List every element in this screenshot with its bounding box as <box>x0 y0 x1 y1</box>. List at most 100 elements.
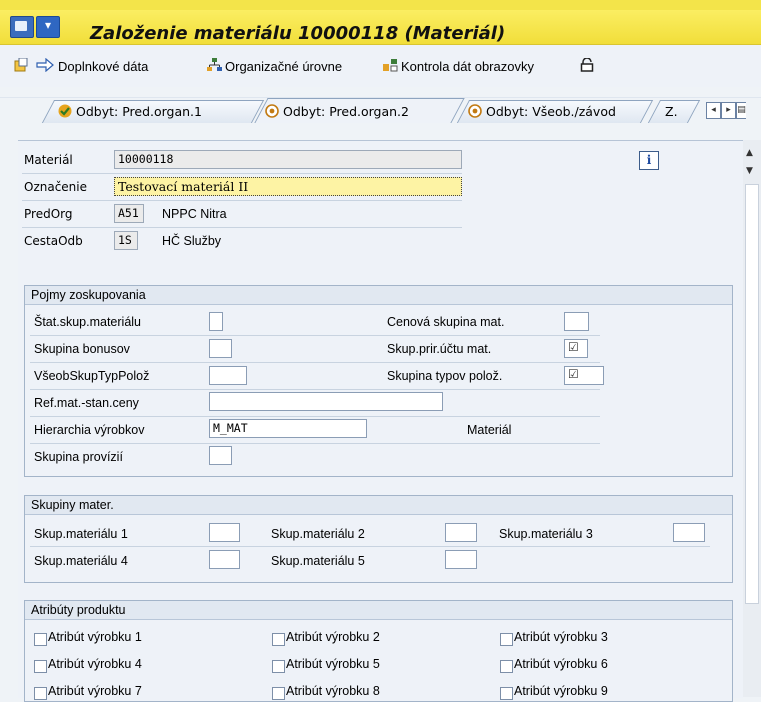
tab-strip: Odbyt: Pred.organ.1 Odbyt: Pred.organ.2 … <box>18 98 761 124</box>
status-icon <box>265 104 279 118</box>
item-cat-group-label: Skupina typov polož. <box>387 369 503 383</box>
dist-channel-text: HČ Služby <box>162 234 222 248</box>
price-ref-label: Ref.mat.-stan.ceny <box>34 396 139 410</box>
attribute-3-label: Atribút výrobku 3 <box>514 630 608 644</box>
description-label: Označenie <box>24 180 88 194</box>
mat-group-1-field[interactable] <box>209 523 240 542</box>
tab-sales-org-2[interactable]: Odbyt: Pred.organ.2 <box>283 104 409 119</box>
material-groups-title: Skupiny mater. <box>31 498 114 512</box>
grouping-header: Pojmy zoskupovania <box>25 286 732 305</box>
check-screen-data-button[interactable]: Kontrola dát obrazovky <box>401 59 534 74</box>
tab-sales-general[interactable]: Odbyt: Všeob./závod <box>486 104 616 119</box>
lock-icon[interactable] <box>580 58 594 72</box>
title-bar: ▾ Založenie materiálu 10000118 (Materiál… <box>0 10 761 45</box>
mat-group-4-field[interactable] <box>209 550 240 569</box>
page-title: Založenie materiálu 10000118 (Materiál) <box>90 23 506 44</box>
dist-channel-field[interactable]: 1S <box>114 231 138 250</box>
row-divider <box>22 200 462 201</box>
attribute-7-checkbox[interactable] <box>34 687 47 700</box>
attribute-3-checkbox[interactable] <box>500 633 513 646</box>
mat-group-2-label: Skup.materiálu 2 <box>271 527 365 541</box>
attribute-5-checkbox[interactable] <box>272 660 285 673</box>
tab-scroll-left-icon[interactable]: ◂ <box>706 102 721 119</box>
acct-assign-field[interactable] <box>564 339 588 358</box>
mat-group-5-field[interactable] <box>445 550 477 569</box>
arrow-right-icon <box>36 58 54 72</box>
material-field[interactable]: 10000118 <box>114 150 462 169</box>
row-divider <box>22 227 462 228</box>
sales-org-field[interactable]: A51 <box>114 204 144 223</box>
dist-channel-label: CestaOdb <box>24 234 83 248</box>
row-divider <box>30 389 600 390</box>
check-icon <box>58 104 72 118</box>
mat-group-3-field[interactable] <box>673 523 705 542</box>
system-menu-icon[interactable]: ▾ <box>36 16 60 38</box>
scroll-up-icon[interactable]: ▲ <box>746 148 753 158</box>
grouping-title: Pojmy zoskupovania <box>31 288 146 302</box>
mat-group-1-label: Skup.materiálu 1 <box>34 527 128 541</box>
mat-group-5-label: Skup.materiálu 5 <box>271 554 365 568</box>
attributes-header: Atribúty produktu <box>25 601 732 620</box>
status-icon <box>468 104 482 118</box>
attribute-7-label: Atribút výrobku 7 <box>48 684 142 698</box>
attribute-4-checkbox[interactable] <box>34 660 47 673</box>
row-divider <box>30 416 600 417</box>
gen-item-cat-label: VšeobSkupTypPolož <box>34 369 150 383</box>
stat-group-label: Štat.skup.materiálu <box>34 315 141 329</box>
bonus-group-field[interactable] <box>209 339 232 358</box>
window-top-strip <box>0 0 761 10</box>
row-divider <box>30 362 600 363</box>
attributes-title: Atribúty produktu <box>31 603 126 617</box>
row-divider <box>30 443 600 444</box>
row-divider <box>30 335 600 336</box>
info-icon[interactable] <box>639 151 659 170</box>
scroll-down-icon[interactable]: ▼ <box>746 166 753 176</box>
row-divider <box>30 546 710 547</box>
check-screen-icon <box>383 59 398 72</box>
material-groups-section: Skupiny mater. <box>24 495 733 583</box>
mat-group-3-label: Skup.materiálu 3 <box>499 527 593 541</box>
description-field[interactable]: Testovací materiál II <box>114 177 462 196</box>
commission-label: Skupina provízií <box>34 450 123 464</box>
gen-item-cat-field[interactable] <box>209 366 247 385</box>
attribute-4-label: Atribút výrobku 4 <box>48 657 142 671</box>
attribute-2-checkbox[interactable] <box>272 633 285 646</box>
commission-field[interactable] <box>209 446 232 465</box>
attribute-1-checkbox[interactable] <box>34 633 47 646</box>
attribute-2-label: Atribút výrobku 2 <box>286 630 380 644</box>
attribute-1-label: Atribút výrobku 1 <box>48 630 142 644</box>
attribute-8-label: Atribút výrobku 8 <box>286 684 380 698</box>
scrollbar-thumb[interactable] <box>745 184 759 604</box>
mat-group-4-label: Skup.materiálu 4 <box>34 554 128 568</box>
price-ref-field[interactable] <box>209 392 443 411</box>
price-group-label: Cenová skupina mat. <box>387 315 505 329</box>
tab-list-icon[interactable]: ▤ <box>736 102 746 119</box>
hierarchy-field[interactable]: M_MAT <box>209 419 367 438</box>
price-group-field[interactable] <box>564 312 589 331</box>
additional-data-button[interactable]: Doplnkové dáta <box>58 59 148 74</box>
window-icon[interactable] <box>10 16 34 38</box>
acct-assign-label: Skup.prir.účtu mat. <box>387 342 492 356</box>
org-levels-button[interactable]: Organizačné úrovne <box>225 59 342 74</box>
hierarchy-label: Hierarchia výrobkov <box>34 423 145 437</box>
attribute-9-checkbox[interactable] <box>500 687 513 700</box>
application-toolbar: Doplnkové dáta Organizačné úrovne Kontro… <box>0 45 761 87</box>
attribute-9-label: Atribút výrobku 9 <box>514 684 608 698</box>
tab-more[interactable]: Z. <box>665 104 678 119</box>
row-divider <box>22 173 462 174</box>
attribute-5-label: Atribút výrobku 5 <box>286 657 380 671</box>
tab-scroll-right-icon[interactable]: ▸ <box>721 102 736 119</box>
org-levels-icon <box>207 58 222 71</box>
sales-org-label: PredOrg <box>24 207 73 221</box>
item-cat-group-field[interactable] <box>564 366 604 385</box>
stat-group-field[interactable] <box>209 312 223 331</box>
mat-group-2-field[interactable] <box>445 523 477 542</box>
attribute-6-checkbox[interactable] <box>500 660 513 673</box>
bonus-group-label: Skupina bonusov <box>34 342 130 356</box>
tab-sales-org-1[interactable]: Odbyt: Pred.organ.1 <box>76 104 202 119</box>
attribute-8-checkbox[interactable] <box>272 687 285 700</box>
hierarchy-text: Materiál <box>467 423 512 437</box>
create-icon[interactable] <box>14 58 29 72</box>
material-groups-header: Skupiny mater. <box>25 496 732 515</box>
material-label: Materiál <box>24 153 73 167</box>
